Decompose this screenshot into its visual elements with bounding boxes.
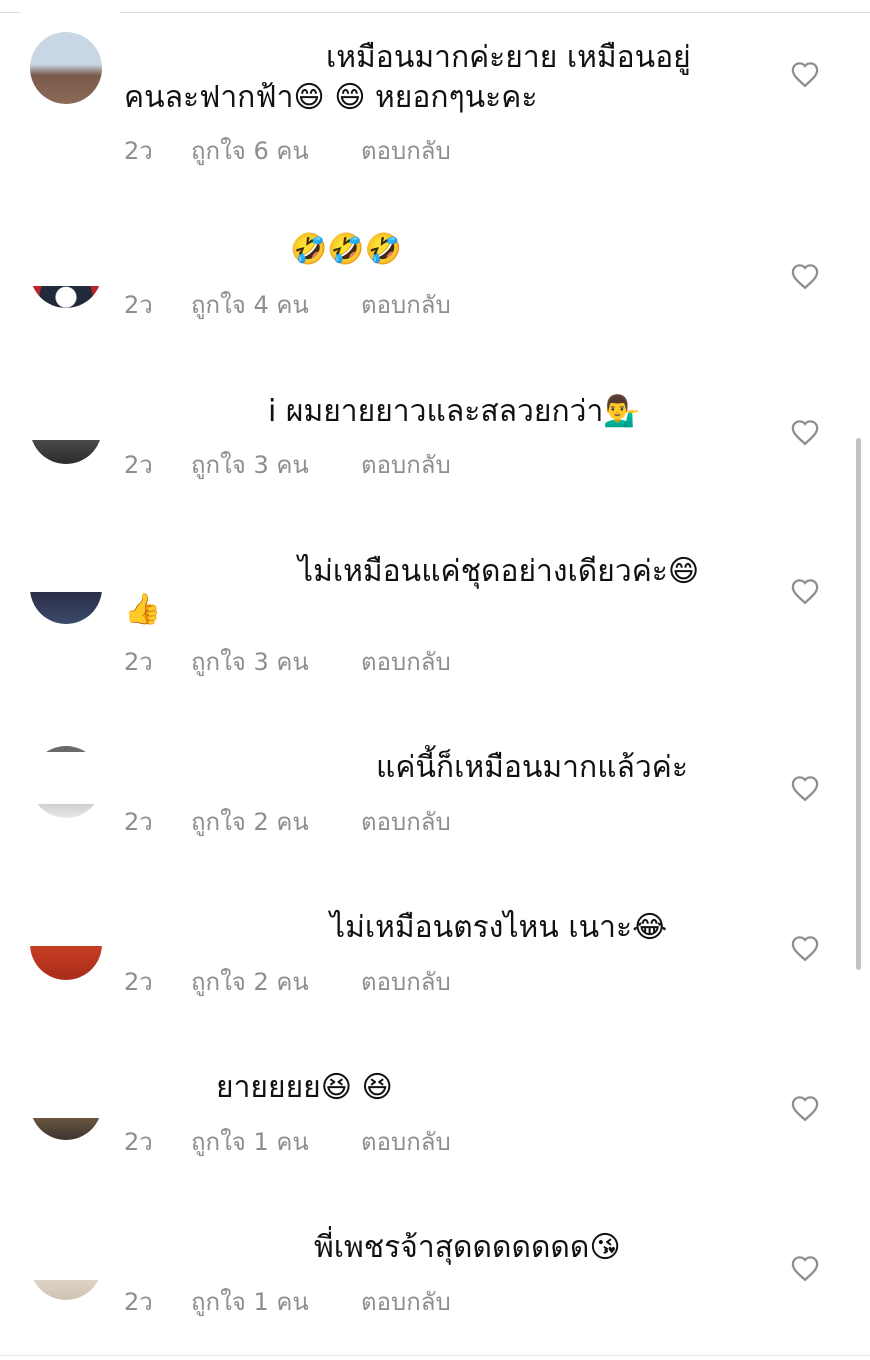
avatar-crop-mask <box>20 752 120 804</box>
reply-button[interactable]: ตอบกลับ <box>361 807 451 837</box>
comment-meta: 2ว ถูกใจ 3 คน ตอบกลับ <box>124 450 451 480</box>
comment-text: i ผมยายยาวและสลวยกว่า💁‍♂️ <box>268 394 641 429</box>
comment-text: เหมือนมากค่ะยาย เหมือนอยู่ <box>326 40 691 75</box>
reply-button[interactable]: ตอบกลับ <box>361 1287 451 1317</box>
comment-text: 🤣🤣🤣 <box>290 232 403 267</box>
scrollbar[interactable] <box>856 438 861 970</box>
avatar-crop-mask <box>20 1060 120 1118</box>
heart-outline-icon[interactable] <box>790 1254 820 1282</box>
comment-text: ไม่เหมือนตรงไหน เนาะ😂 <box>330 910 668 945</box>
comment-meta: 2ว ถูกใจ 3 คน ตอบกลับ <box>124 647 451 677</box>
comment-text: 👍 <box>124 592 162 627</box>
reply-button[interactable]: ตอบกลับ <box>361 136 451 166</box>
avatar-crop-mask <box>20 10 120 32</box>
comment-time: 2ว <box>124 451 153 479</box>
reply-button[interactable]: ตอบกลับ <box>361 967 451 997</box>
comment-likes[interactable]: ถูกใจ 1 คน <box>191 1287 361 1317</box>
avatar-crop-mask <box>20 380 120 440</box>
reply-button[interactable]: ตอบกลับ <box>361 450 451 480</box>
comment-time: 2ว <box>124 968 153 996</box>
comment-meta: 2ว ถูกใจ 1 คน ตอบกลับ <box>124 1127 451 1157</box>
comment-likes[interactable]: ถูกใจ 6 คน <box>191 136 361 166</box>
comment-text: พี่เพชรจ้าสุดดดดดดด😘 <box>314 1230 621 1265</box>
comment-likes[interactable]: ถูกใจ 3 คน <box>191 647 361 677</box>
bottom-divider <box>0 1355 870 1356</box>
comment-time: 2ว <box>124 808 153 836</box>
comment-likes[interactable]: ถูกใจ 2 คน <box>191 967 361 997</box>
heart-outline-icon[interactable] <box>790 418 820 446</box>
heart-outline-icon[interactable] <box>790 774 820 802</box>
comment-meta: 2ว ถูกใจ 1 คน ตอบกลับ <box>124 1287 451 1317</box>
heart-outline-icon[interactable] <box>790 934 820 962</box>
comment-meta: 2ว ถูกใจ 2 คน ตอบกลับ <box>124 807 451 837</box>
reply-button[interactable]: ตอบกลับ <box>361 647 451 677</box>
comment-time: 2ว <box>124 137 153 165</box>
reply-button[interactable]: ตอบกลับ <box>361 1127 451 1157</box>
heart-outline-icon[interactable] <box>790 262 820 290</box>
top-divider <box>0 0 870 13</box>
comment-meta: 2ว ถูกใจ 2 คน ตอบกลับ <box>124 967 451 997</box>
comment-likes[interactable]: ถูกใจ 2 คน <box>191 807 361 837</box>
comment-meta: 2ว ถูกใจ 6 คน ตอบกลับ <box>124 136 451 166</box>
heart-outline-icon[interactable] <box>790 577 820 605</box>
comment-likes[interactable]: ถูกใจ 1 คน <box>191 1127 361 1157</box>
comment-text: แค่นี้ก็เหมือนมากแล้วค่ะ <box>376 750 688 785</box>
comment-likes[interactable]: ถูกใจ 4 คน <box>191 290 361 320</box>
comment-time: 2ว <box>124 648 153 676</box>
heart-outline-icon[interactable] <box>790 60 820 88</box>
avatar[interactable] <box>30 32 102 104</box>
comment-time: 2ว <box>124 291 153 319</box>
avatar-crop-mask <box>20 540 120 592</box>
avatar-crop-mask <box>20 220 120 286</box>
heart-outline-icon[interactable] <box>790 1094 820 1122</box>
comment-time: 2ว <box>124 1288 153 1316</box>
comment-time: 2ว <box>124 1128 153 1156</box>
comment-likes[interactable]: ถูกใจ 3 คน <box>191 450 361 480</box>
comment-text: ไม่เหมือนแค่ชุดอย่างเดียวค่ะ😄 <box>298 554 700 589</box>
comment-text: คนละฟากฟ้า😄 😄 หยอกๆนะคะ <box>124 80 538 115</box>
comment-meta: 2ว ถูกใจ 4 คน ตอบกลับ <box>124 290 451 320</box>
reply-button[interactable]: ตอบกลับ <box>361 290 451 320</box>
comment-text: ยายยยย😆 😆 <box>216 1070 393 1105</box>
avatar-crop-mask <box>20 1220 120 1280</box>
avatar-crop-mask <box>20 900 120 946</box>
